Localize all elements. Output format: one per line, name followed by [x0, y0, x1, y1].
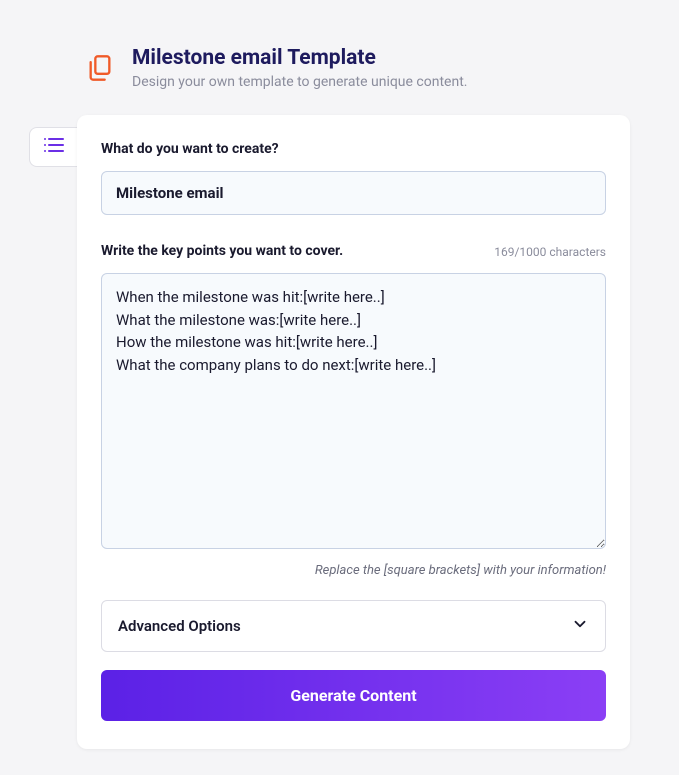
keypoints-label: Write the key points you want to cover.: [101, 243, 343, 259]
form-card: What do you want to create? Write the ke…: [77, 115, 630, 749]
advanced-options-label: Advanced Options: [118, 617, 241, 635]
create-input[interactable]: [101, 171, 606, 215]
create-label: What do you want to create?: [101, 141, 606, 157]
chevron-down-icon: [571, 615, 589, 637]
advanced-options-toggle[interactable]: Advanced Options: [101, 600, 606, 652]
list-icon: [43, 136, 65, 158]
keypoints-textarea[interactable]: [101, 273, 606, 549]
copy-icon: [86, 54, 114, 82]
hint-text: Replace the [square brackets] with your …: [101, 563, 606, 578]
list-tab-button[interactable]: [29, 127, 77, 167]
char-counter: 169/1000 characters: [494, 245, 606, 259]
page-title: Milestone email Template: [132, 46, 467, 70]
generate-button[interactable]: Generate Content: [101, 670, 606, 721]
page-subtitle: Design your own template to generate uni…: [132, 74, 467, 90]
